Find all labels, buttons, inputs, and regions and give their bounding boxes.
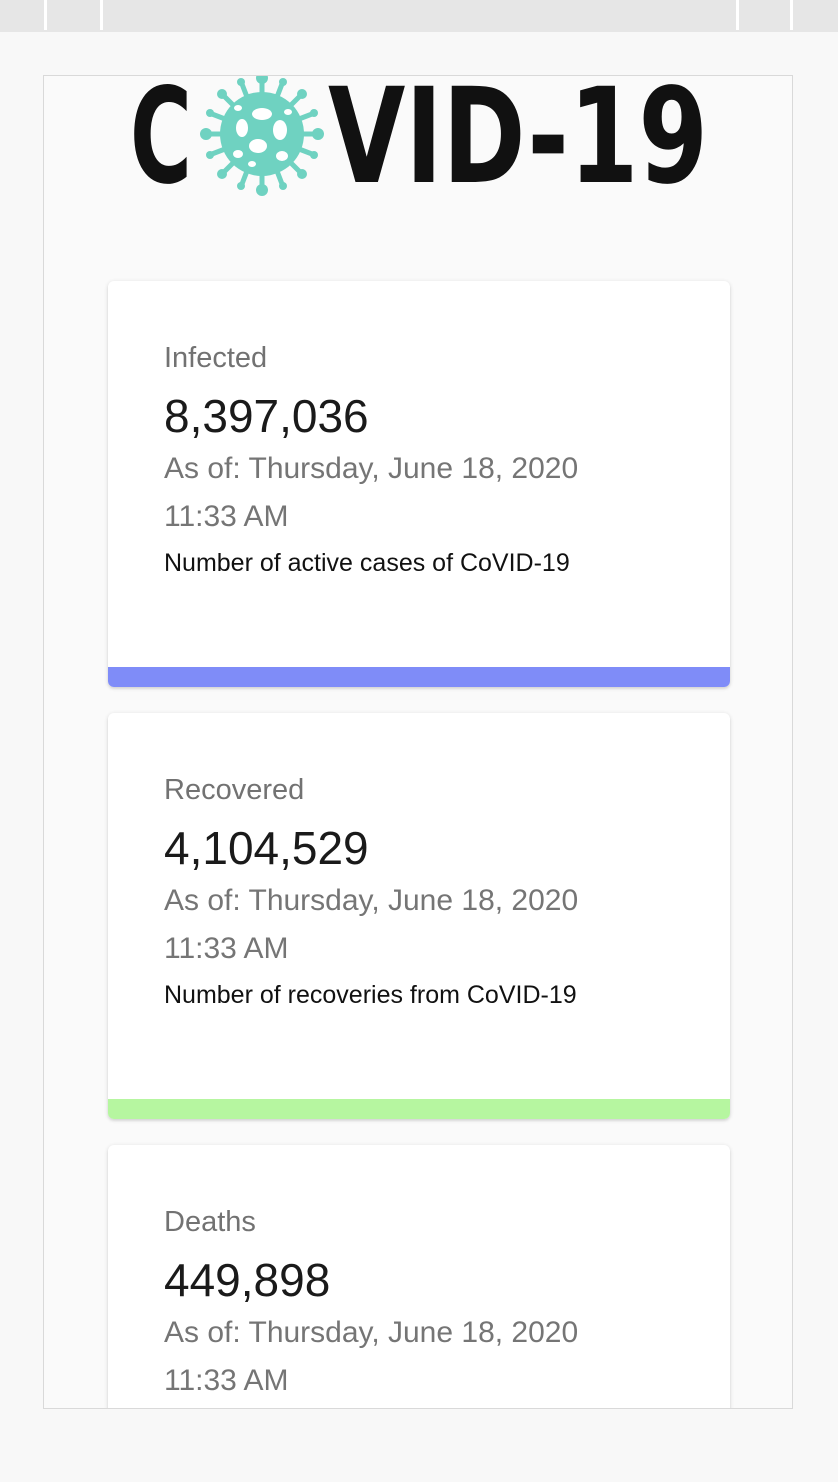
toolbar-divider	[790, 0, 793, 30]
card-accent-bar	[108, 1099, 730, 1119]
logo-letter-c: C	[130, 76, 192, 196]
card-value: 4,104,529	[164, 822, 369, 874]
card-title: Recovered	[164, 774, 305, 806]
card-time: 11:33 AM	[164, 1364, 289, 1397]
deaths-card: Deaths 449,898 As of: Thursday, June 18,…	[108, 1145, 730, 1408]
card-time: 11:33 AM	[164, 932, 289, 965]
card-date: As of: Thursday, June 18, 2020	[164, 452, 579, 485]
virus-icon	[200, 76, 324, 196]
card-accent-bar	[108, 667, 730, 687]
logo-text-vid-19: VID-19	[328, 76, 708, 196]
app-container: C VID-19 Infected 8,397,036 As of: Thurs…	[43, 75, 793, 1409]
toolbar-divider	[736, 0, 739, 30]
recovered-card: Recovered 4,104,529 As of: Thursday, Jun…	[108, 713, 730, 1119]
card-description: Number of recoveries from CoVID-19	[164, 981, 577, 1009]
toolbar-divider	[100, 0, 103, 30]
card-date: As of: Thursday, June 18, 2020	[164, 1316, 579, 1349]
card-title: Deaths	[164, 1206, 256, 1238]
card-value: 8,397,036	[164, 390, 369, 442]
card-title: Infected	[164, 342, 268, 374]
card-time: 11:33 AM	[164, 500, 289, 533]
card-date: As of: Thursday, June 18, 2020	[164, 884, 579, 917]
card-description: Number of active cases of CoVID-19	[164, 549, 570, 577]
toolbar-divider	[44, 0, 47, 30]
covid-19-logo: C VID-19	[130, 76, 708, 196]
browser-toolbar-strip	[0, 0, 838, 32]
infected-card: Infected 8,397,036 As of: Thursday, June…	[108, 281, 730, 687]
card-value: 449,898	[164, 1254, 331, 1306]
